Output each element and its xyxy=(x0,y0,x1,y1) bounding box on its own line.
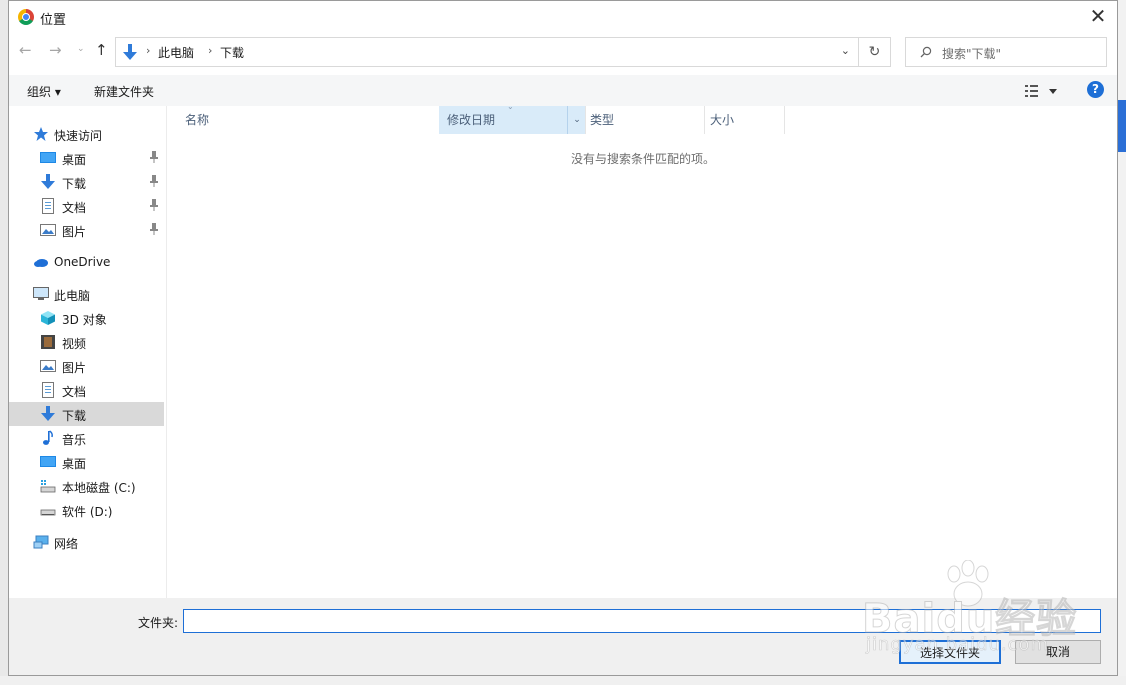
sidebar-item-label: 图片 xyxy=(62,361,87,375)
column-header-date-modified[interactable]: 修改日期 xyxy=(447,106,495,134)
sidebar-item-videos[interactable]: 视频 xyxy=(9,330,164,354)
drive-icon xyxy=(40,480,56,493)
download-icon xyxy=(41,174,55,189)
sidebar-item-documents-pinned[interactable]: 文档 xyxy=(9,194,164,218)
column-divider[interactable] xyxy=(704,106,705,134)
star-icon xyxy=(34,127,48,141)
breadcrumb-separator[interactable]: › xyxy=(146,44,150,57)
folder-name-input[interactable] xyxy=(183,609,1101,633)
sidebar-item-quick-access[interactable]: 快速访问 xyxy=(9,122,164,146)
sidebar-item-label: 网络 xyxy=(54,537,79,551)
sidebar-item-label: 视频 xyxy=(62,337,87,351)
pictures-icon xyxy=(40,224,56,236)
video-icon xyxy=(41,335,55,349)
back-button[interactable]: ← xyxy=(19,41,32,59)
help-icon[interactable]: ? xyxy=(1087,81,1104,98)
breadcrumb-downloads[interactable]: 下载 xyxy=(220,44,244,61)
desktop-icon xyxy=(40,456,56,467)
refresh-button[interactable]: ↻ xyxy=(859,37,891,67)
sidebar-item-desktop[interactable]: 桌面 xyxy=(9,450,164,474)
title-bar: 位置 ✕ xyxy=(9,1,1117,33)
sidebar-item-label: 图片 xyxy=(62,225,87,239)
sidebar-item-label: OneDrive xyxy=(54,255,111,269)
background-app-accent xyxy=(1118,100,1126,152)
sidebar-item-pictures-pinned[interactable]: 图片 xyxy=(9,218,164,242)
folder-picker-dialog: 位置 ✕ ← → ⌄ ↑ › 此电脑 › 下载 ⌄ ↻ 搜索"下载" 组织 ▾ … xyxy=(8,0,1118,676)
sidebar-item-pictures[interactable]: 图片 xyxy=(9,354,164,378)
sidebar-item-label: 下载 xyxy=(62,409,87,423)
file-list: 名称 ⌄ 修改日期 ⌄ 类型 大小 没有与搜索条件匹配的项。 xyxy=(167,102,1118,598)
sidebar-item-label: 本地磁盘 (C:) xyxy=(62,481,136,495)
pin-icon[interactable] xyxy=(149,174,159,188)
cancel-button[interactable]: 取消 xyxy=(1015,640,1101,664)
select-folder-button[interactable]: 选择文件夹 xyxy=(899,640,1001,664)
column-divider[interactable] xyxy=(585,106,586,134)
sidebar-item-drive-d[interactable]: 软件 (D:) xyxy=(9,498,164,522)
pin-icon[interactable] xyxy=(149,198,159,212)
close-button[interactable]: ✕ xyxy=(1087,5,1109,27)
forward-button[interactable]: → xyxy=(49,41,62,59)
sidebar-item-label: 音乐 xyxy=(62,433,87,447)
sidebar-item-label: 桌面 xyxy=(62,457,87,471)
sidebar-item-documents[interactable]: 文档 xyxy=(9,378,164,402)
sidebar-item-music[interactable]: 音乐 xyxy=(9,426,164,450)
sidebar-item-downloads-pinned[interactable]: 下载 xyxy=(9,170,164,194)
document-icon xyxy=(42,198,54,214)
search-placeholder: 搜索"下载" xyxy=(942,47,1002,61)
sidebar-item-desktop-pinned[interactable]: 桌面 xyxy=(9,146,164,170)
sidebar-item-drive-c[interactable]: 本地磁盘 (C:) xyxy=(9,474,164,498)
download-arrow-icon xyxy=(123,44,137,60)
folder-label: 文件夹: xyxy=(138,616,179,630)
music-icon xyxy=(43,430,53,445)
breadcrumb-this-pc[interactable]: 此电脑 xyxy=(158,44,194,61)
sidebar-item-label: 下载 xyxy=(62,177,87,191)
pin-icon[interactable] xyxy=(149,150,159,164)
empty-results-message: 没有与搜索条件匹配的项。 xyxy=(571,152,716,166)
pictures-icon xyxy=(40,360,56,372)
sidebar-item-3d-objects[interactable]: 3D 对象 xyxy=(9,306,164,330)
up-button[interactable]: ↑ xyxy=(95,41,108,59)
column-header-type[interactable]: 类型 xyxy=(590,106,614,134)
dialog-title: 位置 xyxy=(40,13,67,28)
organize-button[interactable]: 组织 ▾ xyxy=(27,83,61,100)
cloud-icon xyxy=(34,259,48,267)
sidebar-item-label: 3D 对象 xyxy=(62,313,107,327)
sidebar-item-label: 快速访问 xyxy=(54,129,103,143)
column-divider[interactable] xyxy=(784,106,785,134)
search-box[interactable]: 搜索"下载" xyxy=(905,37,1107,67)
sidebar-item-label: 软件 (D:) xyxy=(62,505,113,519)
footer-pane: 文件夹: 选择文件夹 取消 xyxy=(9,598,1117,675)
search-icon xyxy=(920,46,932,58)
sidebar-item-label: 此电脑 xyxy=(54,289,91,303)
download-icon xyxy=(41,406,55,421)
sidebar-item-this-pc[interactable]: 此电脑 xyxy=(9,282,164,306)
cube-icon xyxy=(41,311,55,325)
drive-icon xyxy=(40,509,56,516)
sort-chevron-icon: ⌄ xyxy=(507,102,514,111)
column-header-name[interactable]: 名称 xyxy=(185,106,209,134)
sidebar-item-network[interactable]: 网络 xyxy=(9,530,164,554)
sidebar-item-label: 桌面 xyxy=(62,153,87,167)
navigation-pane: 快速访问 桌面 下载 文档 图片 OneDrive 此电脑 3D 对象 视频 图… xyxy=(9,106,167,598)
sidebar-item-label: 文档 xyxy=(62,201,87,215)
document-icon xyxy=(42,382,54,398)
pin-icon[interactable] xyxy=(149,222,159,236)
sidebar-item-onedrive[interactable]: OneDrive xyxy=(9,250,164,274)
breadcrumb-separator[interactable]: › xyxy=(208,44,212,57)
network-icon xyxy=(33,535,49,549)
sidebar-item-downloads[interactable]: 下载 xyxy=(9,402,164,426)
new-folder-button[interactable]: 新建文件夹 xyxy=(94,83,154,100)
column-filter-chevron-icon[interactable]: ⌄ xyxy=(567,106,586,134)
view-options-icon[interactable] xyxy=(1023,82,1063,100)
sidebar-item-label: 文档 xyxy=(62,385,87,399)
recent-locations-button[interactable]: ⌄ xyxy=(77,44,85,54)
column-header-size[interactable]: 大小 xyxy=(710,106,734,134)
computer-icon xyxy=(33,287,49,300)
background-app-bottom xyxy=(0,676,1126,685)
address-history-chevron-icon[interactable]: ⌄ xyxy=(841,44,850,57)
command-toolbar: 组织 ▾ 新建文件夹 ? xyxy=(9,75,1117,106)
desktop-icon xyxy=(40,152,56,163)
chrome-app-icon xyxy=(18,9,34,25)
address-bar[interactable]: › 此电脑 › 下载 ⌄ xyxy=(115,37,859,67)
